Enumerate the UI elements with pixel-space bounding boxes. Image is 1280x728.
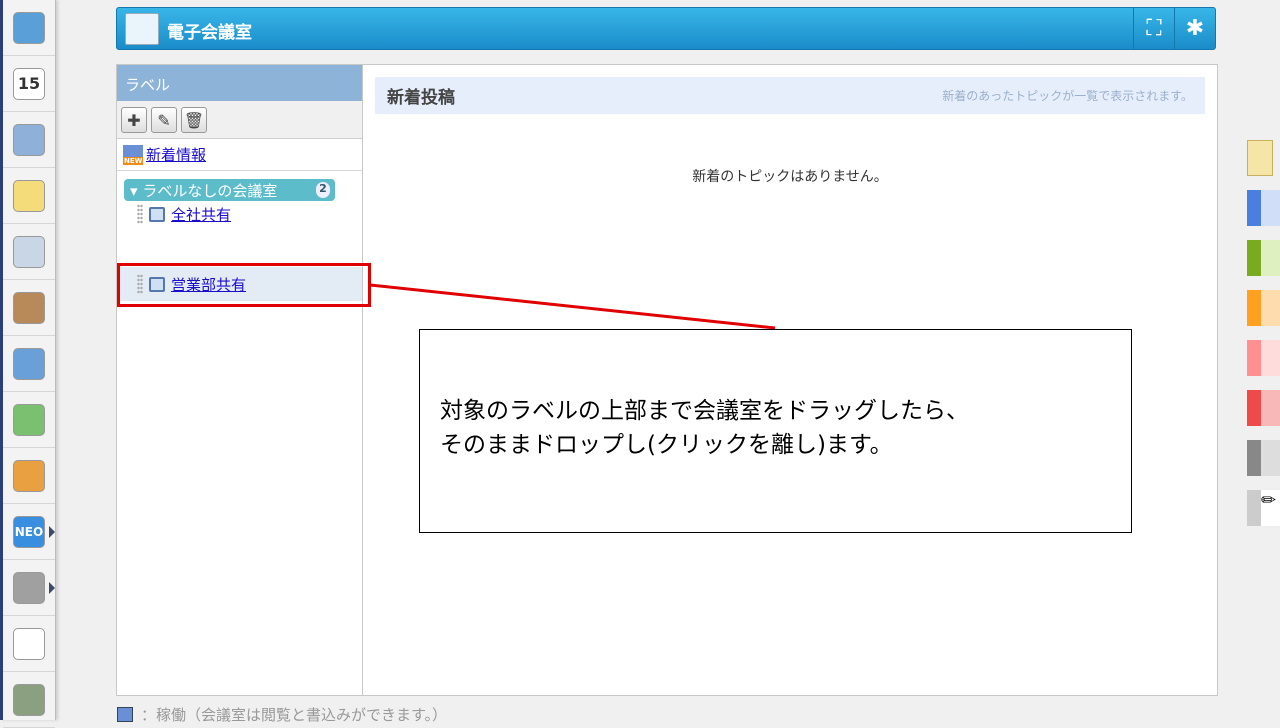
color-swatch[interactable] <box>1247 290 1280 326</box>
custom-color-button[interactable]: ✏ <box>1247 490 1280 526</box>
sticky-note-icon[interactable] <box>1247 140 1273 176</box>
color-swatch[interactable] <box>1247 190 1280 226</box>
color-swatch[interactable] <box>1247 340 1280 376</box>
color-swatch[interactable] <box>1247 240 1280 276</box>
color-swatch[interactable] <box>1247 440 1280 476</box>
legend-text: ：稼働（会議室は閲覧と書込みができます。） <box>141 706 448 724</box>
callout-line-1: 対象のラベルの上部まで会議室をドラッグしたら、 <box>440 398 969 424</box>
callout-line-2: そのままドロップし(クリックを離し)ます。 <box>440 432 893 458</box>
color-swatch[interactable] <box>1247 390 1280 426</box>
pencil-icon: ✏ <box>1261 490 1280 526</box>
color-palette: ✏ <box>1247 140 1280 540</box>
highlight-box <box>117 263 371 307</box>
status-legend: ：稼働（会議室は閲覧と書込みができます。） <box>117 704 447 725</box>
instruction-callout: 対象のラベルの上部まで会議室をドラッグしたら、 そのままドロップし(クリックを離… <box>419 329 1132 533</box>
